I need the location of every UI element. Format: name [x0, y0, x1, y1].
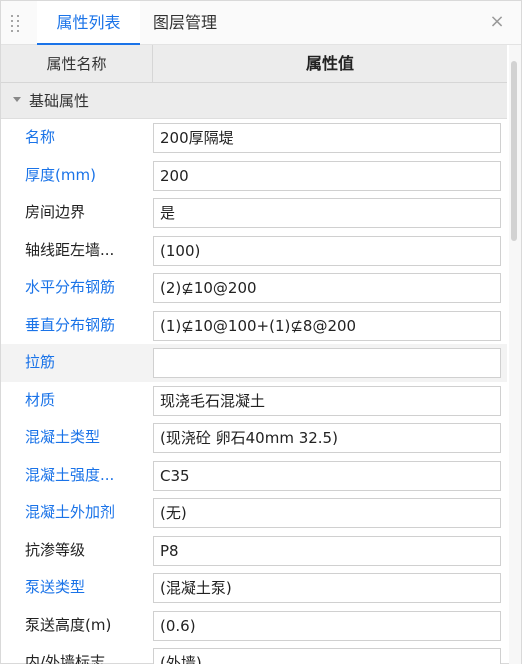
column-header-value: 属性值 [305, 54, 354, 73]
property-value-field[interactable]: 现浇毛石混凝土 [153, 385, 501, 416]
table-row[interactable]: 混凝土外加剂 (无) [1, 494, 507, 532]
property-name: 水平分布钢筋 [25, 278, 116, 296]
property-name: 泵送高度(m) [25, 615, 112, 634]
property-name: 内/外墙标志 [25, 653, 106, 664]
property-name: 名称 [25, 128, 56, 146]
property-value-field[interactable]: 200 [153, 160, 501, 191]
table-header: 属性名称 属性值 [1, 45, 507, 83]
table-row[interactable]: 房间边界 是 [1, 194, 507, 232]
tab-property-list[interactable]: 属性列表 [37, 1, 140, 45]
property-name: 泵送类型 [25, 578, 86, 596]
tab-layer-management[interactable]: 图层管理 [153, 1, 217, 45]
property-value-field[interactable]: 200厚隔堤 [153, 123, 501, 153]
table-row[interactable]: 轴线距左墙... (100) [1, 232, 507, 270]
property-rows: 名称 200厚隔堤 厚度(mm) 200 房间边界是轴线距左墙... (100) 水平分布钢… [1, 119, 507, 664]
table-row[interactable]: 名称 200厚隔堤 [1, 119, 507, 157]
property-name: 厚度(mm) [25, 165, 96, 184]
property-value-field[interactable]: (100) [153, 235, 501, 266]
property-name: 轴线距左墙... [25, 240, 115, 259]
property-panel: 属性列表 图层管理 × 属性名称 属性值 基础属性 名称 200厚隔堤厚度(mm)… [0, 0, 522, 664]
property-value-field[interactable]: 是 [153, 198, 501, 228]
property-value-field[interactable]: C35 [153, 460, 501, 491]
property-name: 抗渗等级 [25, 540, 86, 559]
table-row[interactable]: 拉筋 [1, 344, 507, 382]
scrollbar-thumb[interactable] [511, 61, 517, 241]
table-row[interactable]: 抗渗等级 P8 [1, 532, 507, 570]
table-row[interactable]: 厚度(mm) 200 [1, 157, 507, 195]
caret-down-icon[interactable] [13, 97, 21, 102]
table-row[interactable]: 泵送类型 (混凝土泵) [1, 569, 507, 607]
property-value-field[interactable]: (无) [153, 498, 501, 528]
column-header-name: 属性名称 [1, 45, 153, 83]
drag-handle-icon[interactable] [11, 15, 21, 32]
table-row[interactable]: 水平分布钢筋 (2)⊈10@200 [1, 269, 507, 307]
property-name: 混凝土类型 [25, 428, 101, 446]
table-row[interactable]: 泵送高度(m) (0.6) [1, 607, 507, 645]
property-value-field[interactable]: P8 [153, 535, 501, 566]
property-name: 材质 [25, 390, 56, 409]
property-name: 垂直分布钢筋 [25, 315, 116, 334]
table-row[interactable]: 材质 现浇毛石混凝土 [1, 382, 507, 420]
table-row[interactable]: 垂直分布钢筋 (1)⊈10@100+(1)⊈8@200 [1, 307, 507, 345]
group-label: 基础属性 [29, 92, 90, 110]
property-value-field[interactable]: (0.6) [153, 610, 501, 641]
property-name: 混凝土强度... [25, 465, 115, 484]
table-row[interactable]: 混凝土类型 (现浇砼 卵石40mm 32.5) [1, 419, 507, 457]
property-name: 拉筋 [25, 353, 56, 371]
table-row[interactable]: 混凝土强度... C35 [1, 457, 507, 495]
group-basic-properties[interactable]: 基础属性 [1, 83, 507, 119]
property-name: 房间边界 [25, 203, 86, 221]
property-name: 混凝土外加剂 [25, 503, 116, 521]
tab-bar: 属性列表 图层管理 × [1, 1, 521, 45]
property-value-field[interactable]: (混凝土泵) [153, 573, 501, 603]
property-value-field[interactable]: (1)⊈10@100+(1)⊈8@200 [153, 310, 501, 341]
property-value-field[interactable]: (现浇砼 卵石40mm 32.5) [153, 423, 501, 453]
property-table: 属性名称 属性值 基础属性 名称 200厚隔堤厚度(mm) 200 房间边界 是轴线距左… [1, 45, 507, 664]
property-value-field[interactable]: (2)⊈10@200 [153, 273, 501, 303]
close-icon[interactable]: × [487, 12, 507, 32]
table-row[interactable]: 内/外墙标志 (外墙) [1, 644, 507, 664]
property-value-field[interactable] [153, 348, 501, 378]
property-value-field[interactable]: (外墙) [153, 648, 501, 664]
